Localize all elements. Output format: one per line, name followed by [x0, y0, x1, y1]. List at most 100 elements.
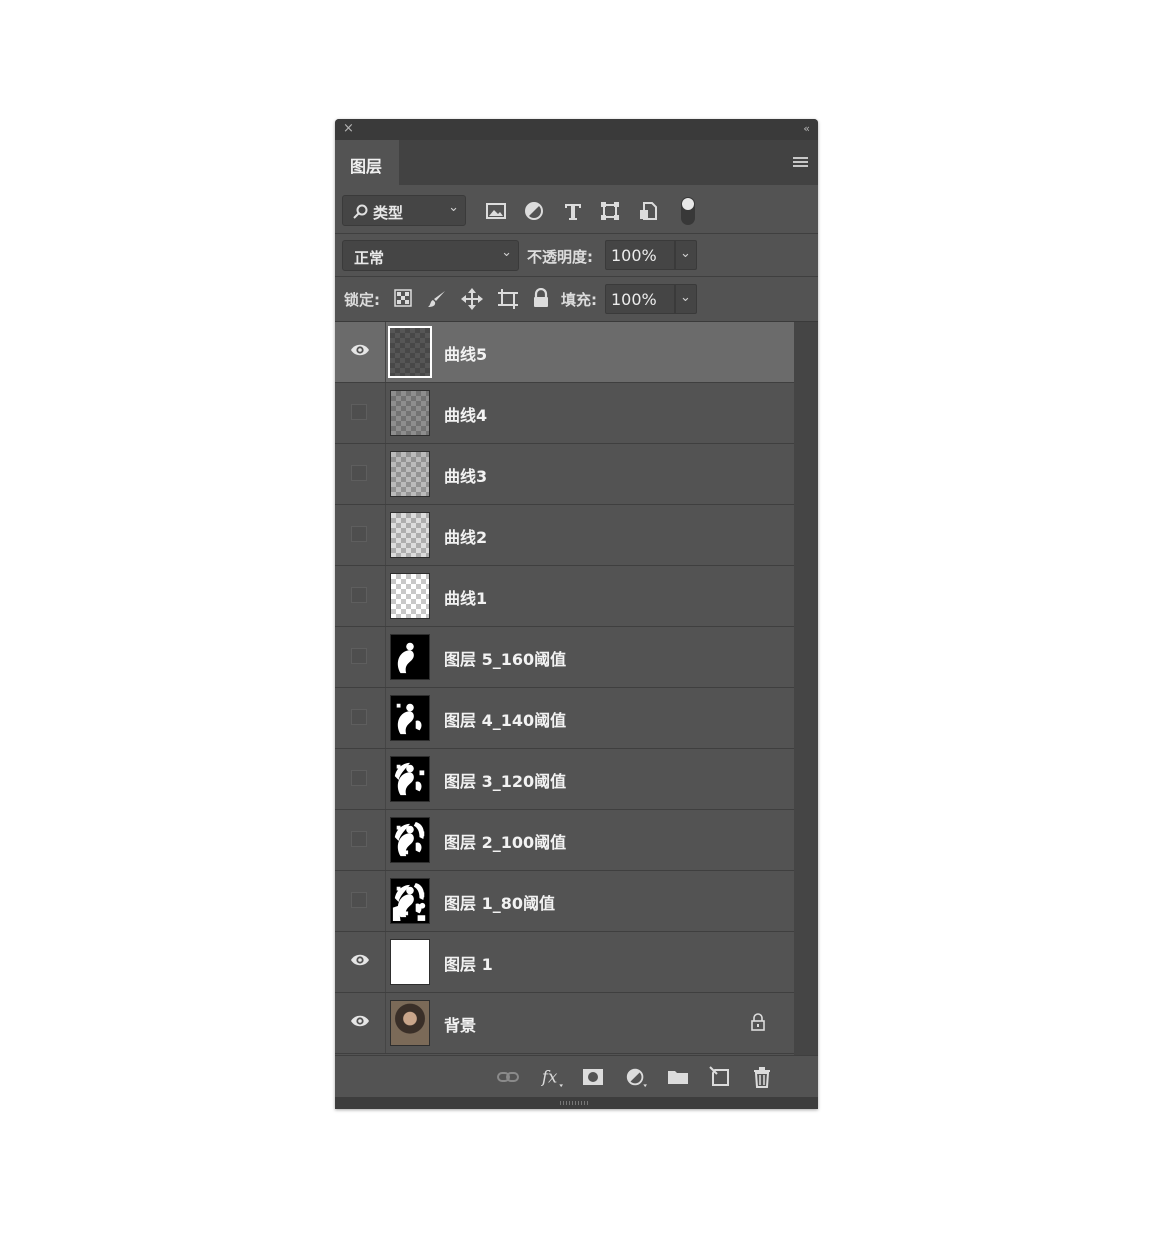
layer-thumbnail[interactable]	[390, 634, 430, 680]
layer-name: 图层 5_160阈值	[444, 650, 567, 669]
layer-name: 图层 2_100阈值	[444, 833, 567, 852]
fill-input[interactable]: 100%	[605, 284, 675, 314]
filter-toggle[interactable]	[681, 197, 695, 225]
layer-row[interactable]: 曲线2	[335, 505, 794, 566]
visibility-toggle[interactable]	[351, 404, 367, 420]
layer-thumbnail[interactable]	[390, 878, 430, 924]
layer-lock-icon[interactable]	[750, 1013, 766, 1031]
filter-kind-select[interactable]: 类型 ⌄	[342, 195, 466, 226]
layer-row[interactable]: 背景	[335, 993, 794, 1054]
lock-label: 锁定:	[344, 291, 380, 309]
layer-name: 图层 4_140阈值	[444, 711, 567, 730]
layer-thumbnail[interactable]	[390, 1000, 430, 1046]
panel-menu-icon[interactable]	[793, 157, 808, 169]
lock-position-icon[interactable]	[461, 288, 483, 310]
close-icon[interactable]: ×	[343, 121, 354, 137]
lock-all-icon[interactable]	[532, 288, 550, 308]
image-filter-icon[interactable]	[485, 200, 507, 222]
eye-icon[interactable]	[350, 953, 370, 967]
layer-row[interactable]: 曲线4	[335, 383, 794, 444]
opacity-dropdown[interactable]: ⌄	[675, 240, 697, 270]
layer-name: 曲线3	[444, 467, 488, 486]
visibility-column-divider	[385, 749, 386, 809]
visibility-toggle[interactable]	[351, 648, 367, 664]
layer-thumbnail[interactable]	[390, 512, 430, 558]
visibility-toggle[interactable]	[351, 465, 367, 481]
thumbnail-texture	[390, 328, 430, 376]
layer-name: 图层 3_120阈值	[444, 772, 567, 791]
lock-transparent-pixels-icon[interactable]	[394, 289, 412, 307]
visibility-toggle[interactable]	[351, 709, 367, 725]
delete-layer-icon[interactable]	[751, 1066, 773, 1088]
layers-bottom-bar: fx	[335, 1055, 818, 1098]
chevron-down-icon: ⌄	[680, 246, 691, 261]
layer-list-scrollbar[interactable]	[794, 322, 818, 1055]
layer-thumbnail[interactable]	[390, 695, 430, 741]
layer-name: 曲线2	[444, 528, 488, 547]
visibility-column-divider	[385, 627, 386, 687]
eye-icon[interactable]	[350, 1014, 370, 1028]
layer-list[interactable]: 曲线5 曲线4 曲线3 曲线2 曲线1 图层 5_160阈值 图层 4_140阈值 图层 3_…	[335, 322, 818, 1055]
tab-layers-label: 图层	[350, 157, 383, 176]
layer-thumbnail[interactable]	[390, 939, 430, 985]
lock-artboard-icon[interactable]	[497, 288, 519, 310]
shape-filter-icon[interactable]	[599, 200, 621, 222]
layer-row[interactable]: 图层 3_120阈值	[335, 749, 794, 810]
fill-value: 100%	[611, 290, 657, 309]
thumbnail-texture	[391, 513, 429, 557]
layer-row[interactable]: 图层 4_140阈值	[335, 688, 794, 749]
layer-name: 曲线5	[444, 345, 488, 364]
visibility-toggle[interactable]	[351, 831, 367, 847]
layer-thumbnail[interactable]	[390, 451, 430, 497]
fx-icon[interactable]: fx	[541, 1066, 563, 1088]
visibility-column-divider	[385, 383, 386, 443]
layer-thumbnail[interactable]	[390, 390, 430, 436]
fill-dropdown[interactable]: ⌄	[675, 284, 697, 314]
type-filter-icon[interactable]	[562, 200, 584, 222]
layer-thumbnail[interactable]	[390, 817, 430, 863]
visibility-column-divider	[385, 810, 386, 870]
lock-image-pixels-icon[interactable]	[427, 289, 447, 309]
layer-thumbnail[interactable]	[388, 326, 432, 378]
opacity-label: 不透明度:	[527, 248, 593, 266]
layer-thumbnail[interactable]	[390, 756, 430, 802]
blend-mode-label: 正常	[354, 249, 385, 267]
panel-title-bar: × ‹‹	[335, 119, 818, 140]
filter-kind-label: 类型	[373, 204, 404, 222]
visibility-column-divider	[385, 566, 386, 626]
eye-icon[interactable]	[350, 343, 370, 357]
visibility-toggle[interactable]	[351, 587, 367, 603]
visibility-toggle[interactable]	[351, 526, 367, 542]
visibility-column-divider	[385, 993, 386, 1053]
layer-name: 曲线1	[444, 589, 488, 608]
layer-row[interactable]: 图层 2_100阈值	[335, 810, 794, 871]
thumbnail-texture	[391, 391, 429, 435]
layer-thumbnail[interactable]	[390, 573, 430, 619]
layer-row[interactable]: 曲线3	[335, 444, 794, 505]
visibility-column-divider	[385, 688, 386, 748]
layer-row[interactable]: 曲线5	[335, 322, 794, 383]
panel-resize-grip[interactable]	[335, 1097, 818, 1109]
layer-row[interactable]: 图层 5_160阈值	[335, 627, 794, 688]
chevron-down-icon: ⌄	[448, 200, 459, 215]
link-layers-icon[interactable]	[497, 1066, 519, 1088]
collapse-icon[interactable]: ‹‹	[803, 121, 810, 137]
new-group-icon[interactable]	[667, 1066, 689, 1088]
visibility-toggle[interactable]	[351, 892, 367, 908]
opacity-input[interactable]: 100%	[605, 240, 675, 270]
blend-mode-select[interactable]: 正常 ⌄	[342, 240, 519, 271]
adjustment-filter-icon[interactable]	[523, 200, 545, 222]
new-layer-icon[interactable]	[709, 1066, 731, 1088]
layer-row[interactable]: 曲线1	[335, 566, 794, 627]
tab-layers[interactable]: 图层	[335, 140, 399, 185]
layer-row[interactable]: 图层 1	[335, 932, 794, 993]
visibility-column-divider	[385, 505, 386, 565]
layer-row[interactable]: 图层 1_80阈值	[335, 871, 794, 932]
layer-name: 背景	[444, 1016, 477, 1035]
adjustment-layer-icon[interactable]	[625, 1066, 647, 1088]
smart-object-filter-icon[interactable]	[637, 200, 659, 222]
add-mask-icon[interactable]	[582, 1066, 604, 1088]
visibility-toggle[interactable]	[351, 770, 367, 786]
search-icon	[353, 204, 368, 219]
chevron-down-icon: ⌄	[680, 290, 691, 305]
